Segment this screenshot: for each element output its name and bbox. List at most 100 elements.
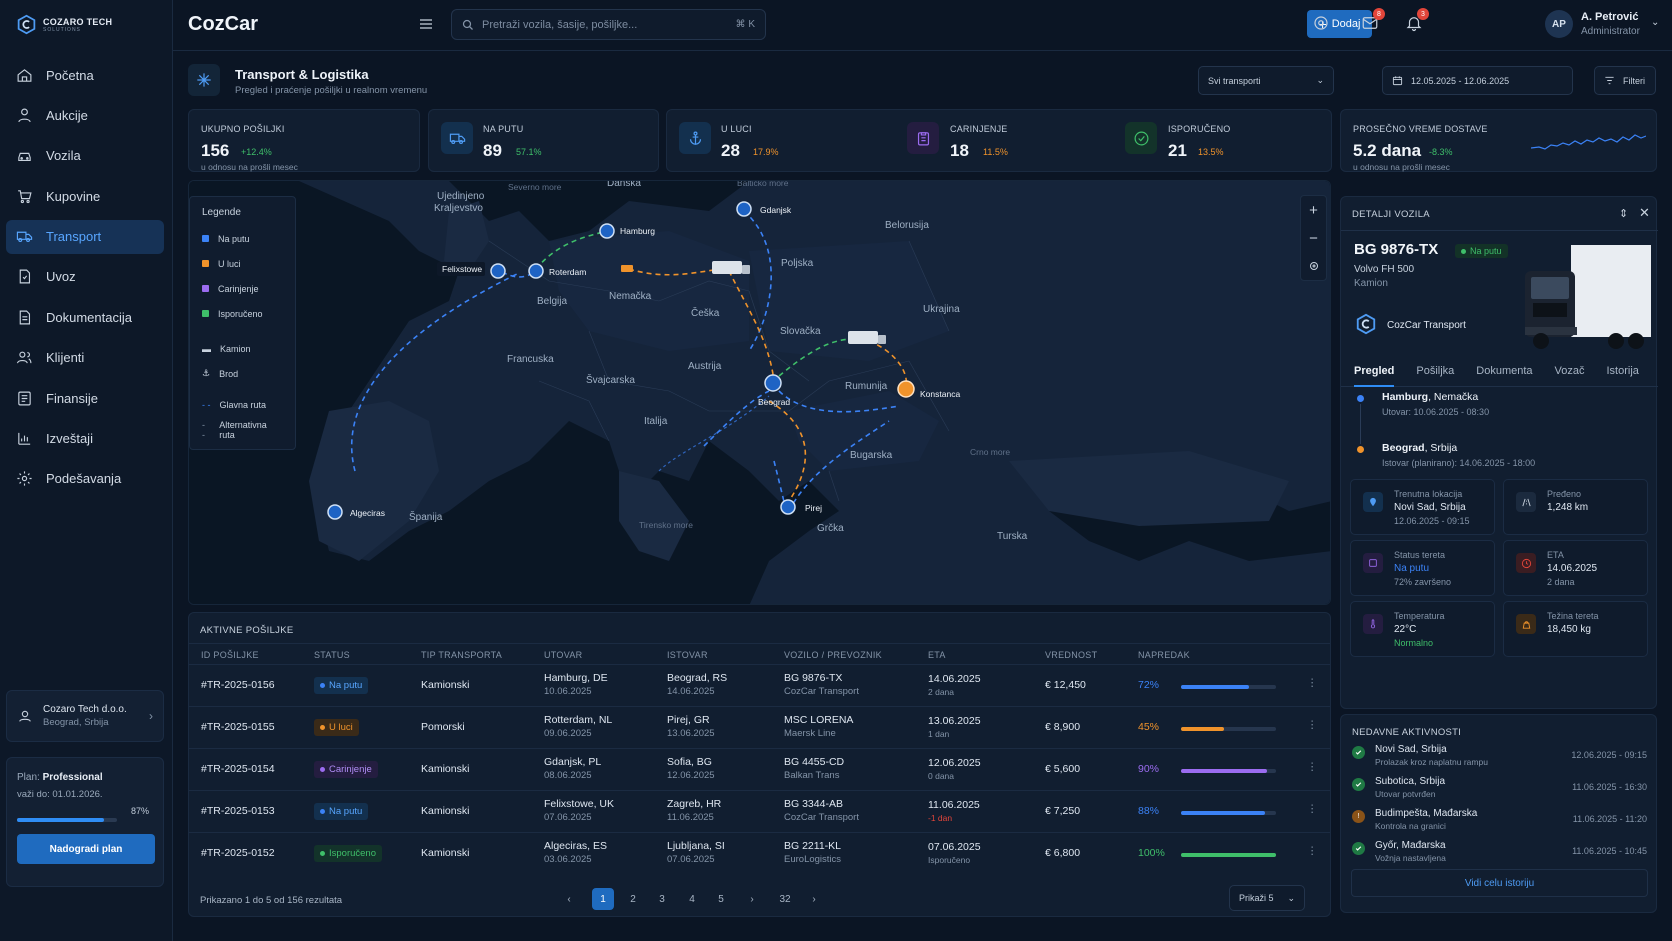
pagination-page[interactable]: 1 <box>592 888 614 910</box>
close-icon[interactable]: ✕ <box>1639 205 1650 221</box>
table-row[interactable]: #TR-2025-0152 Isporučeno Kamionski Algecira… <box>189 832 1330 874</box>
cell-eta: 11.06.2025 <box>928 799 980 811</box>
chevron-down-icon: ⌄ <box>1316 75 1324 85</box>
kpi-value: 18 <box>950 141 969 160</box>
col-header[interactable]: ID POŠILJKE <box>201 650 259 660</box>
row-menu-icon[interactable]: ⋮ <box>1307 803 1318 815</box>
activity-item[interactable]: Győr, Mađarska Vožnja nastavljena 11.06.20… <box>1352 840 1647 868</box>
svg-text:Severno more: Severno more <box>508 182 562 192</box>
status-badge: Na putu <box>314 803 369 820</box>
table-row[interactable]: #TR-2025-0154 Carinjenje Kamionski Gdanjsk,… <box>189 748 1330 790</box>
anchor-icon <box>679 122 711 154</box>
cell-id[interactable]: #TR-2025-0156 <box>201 679 275 691</box>
pagination-next[interactable]: › <box>803 888 825 910</box>
table-row[interactable]: #TR-2025-0155 U luci Pomorski Rotterdam, NL… <box>189 706 1330 748</box>
activity-item[interactable]: Subotica, Srbija Utovar potvrđen 11.06.202… <box>1352 776 1647 804</box>
transport-map[interactable]: Ujedinjeno Kraljevstvo Danska Belorusija … <box>188 180 1331 605</box>
pagination-page[interactable]: 2 <box>622 888 644 910</box>
cell-type: Kamionski <box>421 679 470 691</box>
route-dest-country: , Srbija <box>1424 442 1458 454</box>
date-range-picker[interactable]: 12.05.2025 - 12.06.2025 <box>1382 66 1573 95</box>
transport-filter-select[interactable]: Svi transporti ⌄ <box>1198 66 1334 95</box>
per-page-select[interactable]: Prikaži 5 ⌄ <box>1229 885 1305 911</box>
sidebar-item-dokumentacija[interactable]: Dokumentacija <box>6 300 164 334</box>
view-history-button[interactable]: Vidi celu istoriju <box>1351 869 1648 897</box>
zoom-in-button[interactable]: + <box>1301 196 1326 224</box>
col-header[interactable]: VOZILO / PREVOZNIK <box>784 650 882 660</box>
sidebar-item-uvoz[interactable]: Uvoz <box>6 260 164 294</box>
chevron-down-icon[interactable]: ⌄ <box>1651 17 1659 28</box>
pagination-page[interactable]: 3 <box>651 888 673 910</box>
user-menu[interactable]: A. Petrović Administrator <box>1581 11 1640 37</box>
search-input[interactable] <box>482 18 728 31</box>
pagination-prev[interactable]: ‹ <box>558 888 580 910</box>
filters-button[interactable]: Filteri <box>1594 66 1656 95</box>
target-icon[interactable] <box>1312 14 1330 32</box>
cell-destination-date: 12.06.2025 <box>667 770 715 781</box>
table-row[interactable]: #TR-2025-0156 Na putu Kamionski Hamburg, DE… <box>189 664 1330 706</box>
avatar[interactable]: AP <box>1545 10 1573 38</box>
pagination-next-dots[interactable]: › <box>741 888 763 910</box>
row-menu-icon[interactable]: ⋮ <box>1307 719 1318 731</box>
brand-logo[interactable]: COZARO TECH SOLUTIONS <box>16 14 112 35</box>
cell-id[interactable]: #TR-2025-0153 <box>201 805 275 817</box>
building-icon <box>19 710 31 722</box>
cell-carrier: Balkan Trans <box>784 770 840 781</box>
tab-pregled[interactable]: Pregled <box>1354 357 1395 387</box>
sidebar-item-pocetna[interactable]: Početna <box>6 58 164 92</box>
activity-item[interactable]: Novi Sad, Srbija Prolazak kroz naplatnu r… <box>1352 744 1647 772</box>
check-icon <box>1352 842 1365 855</box>
row-menu-icon[interactable]: ⋮ <box>1307 677 1318 689</box>
weight-icon <box>1516 614 1536 634</box>
tab-istorija[interactable]: Istorija <box>1607 357 1639 387</box>
col-header[interactable]: UTOVAR <box>544 650 582 660</box>
plan-label: Plan: <box>17 772 40 783</box>
mail-button[interactable]: 8 <box>1361 8 1385 35</box>
company-switcher[interactable]: Cozaro Tech d.o.o. Beograd, Srbija › <box>6 690 164 742</box>
tab-vozac[interactable]: Vozač <box>1555 357 1585 387</box>
search-bar[interactable]: ⌘ K <box>451 9 766 40</box>
col-header[interactable]: ISTOVAR <box>667 650 708 660</box>
cell-id[interactable]: #TR-2025-0152 <box>201 847 275 859</box>
menu-icon[interactable] <box>418 16 434 32</box>
tab-dokumenta[interactable]: Dokumenta <box>1476 357 1532 387</box>
cell-id[interactable]: #TR-2025-0154 <box>201 763 275 775</box>
tab-posiljka[interactable]: Pošiljka <box>1416 357 1454 387</box>
pagination-page[interactable]: 32 <box>774 888 796 910</box>
sidebar-item-label: Dokumentacija <box>46 309 132 325</box>
zoom-out-button[interactable]: − <box>1301 224 1326 252</box>
row-menu-icon[interactable]: ⋮ <box>1307 761 1318 773</box>
locate-icon <box>1309 262 1318 270</box>
col-header[interactable]: VREDNOST <box>1045 650 1097 660</box>
col-header[interactable]: STATUS <box>314 650 350 660</box>
tile-temperature: Temperatura 22°C Normalno <box>1350 601 1495 657</box>
notifications-button[interactable]: 3 <box>1405 8 1429 35</box>
sidebar-item-aukcije[interactable]: Aukcije <box>6 98 164 132</box>
sidebar-item-vozila[interactable]: Vozila <box>6 139 164 173</box>
cell-destination-date: 11.06.2025 <box>667 812 714 823</box>
pagination-page[interactable]: 5 <box>710 888 732 910</box>
pagination-page[interactable]: 4 <box>681 888 703 910</box>
snowflake-icon <box>188 64 220 96</box>
cell-id[interactable]: #TR-2025-0155 <box>201 721 275 733</box>
tile-distance: Pređeno 1,248 km <box>1503 479 1648 535</box>
road-icon <box>1516 492 1536 512</box>
sidebar-item-klijenti[interactable]: Klijenti <box>6 341 164 375</box>
table-row[interactable]: #TR-2025-0153 Na putu Kamionski Felixstowe,… <box>189 790 1330 832</box>
svg-text:Gdanjsk: Gdanjsk <box>760 205 792 215</box>
cell-origin-date: 10.06.2025 <box>544 686 592 697</box>
col-header[interactable]: TIP TRANSPORTA <box>421 650 502 660</box>
sidebar-item-izvestaji[interactable]: Izveštaji <box>6 422 164 456</box>
upgrade-plan-button[interactable]: Nadogradi plan <box>17 834 155 864</box>
sidebar-item-finansije[interactable]: Finansije <box>6 381 164 415</box>
col-header[interactable]: NAPREDAK <box>1138 650 1190 660</box>
row-menu-icon[interactable]: ⋮ <box>1307 845 1318 857</box>
sidebar-item-podesavanja[interactable]: Podešavanja <box>6 462 164 496</box>
col-header[interactable]: ETA <box>928 650 946 660</box>
logo-icon <box>17 14 36 35</box>
sidebar-item-kupovine[interactable]: Kupovine <box>6 179 164 213</box>
sidebar-item-transport[interactable]: Transport <box>6 219 164 254</box>
locate-button[interactable] <box>1301 252 1326 280</box>
expand-icon[interactable]: ⇕ <box>1619 207 1628 220</box>
activity-item[interactable]: ! Budimpešta, Mađarska Kontrola na granici… <box>1352 808 1647 836</box>
